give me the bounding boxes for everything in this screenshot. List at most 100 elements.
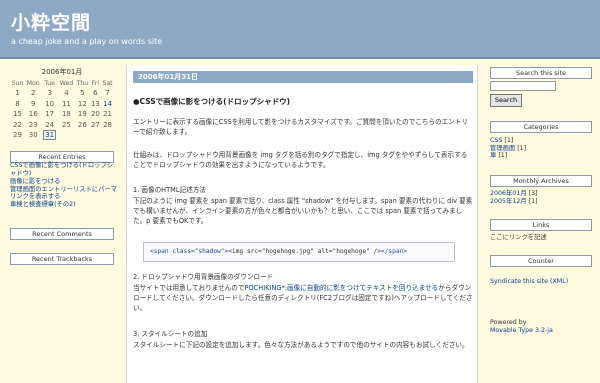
calendar-week: 1 2 3 4 567	[10, 88, 114, 99]
archives-list: 2006年01月 [3] 2005年12月 [1]	[490, 190, 594, 205]
date-header: 2006年01月31日	[133, 71, 473, 83]
step1-body: 下記のように img 要素を span 要素で括り、class 属性 "shad…	[133, 197, 473, 225]
calendar-day	[90, 130, 101, 141]
links-text: ここにリンクを記述	[490, 234, 547, 241]
calendar-weekday: Mon	[26, 80, 40, 87]
calendar-day-number: 2	[30, 89, 36, 98]
calendar-day-number: 5	[80, 89, 85, 98]
calendar-day-number: 30	[28, 131, 38, 140]
site-title[interactable]: 小粋空間	[11, 8, 91, 35]
calendar-day: 26	[75, 120, 90, 131]
calendar-day-number: 21	[103, 110, 112, 119]
search-input[interactable]	[490, 81, 556, 91]
calendar-week: 22 23 24 25 26 27 28	[10, 120, 114, 131]
calendar-weekday: Tue	[44, 80, 55, 87]
recent-comments-heading: Recent Comments	[10, 228, 114, 240]
calendar-day: 6	[90, 88, 101, 99]
recent-entry-link[interactable]: 車検と検査標章(その2)	[10, 201, 118, 209]
pochiking-link[interactable]: POCHIKING*:画像に自動的に影をつけてテキストを回り込ませる	[245, 284, 439, 292]
calendar: 2006年01月 Sun Mon Tue Wed Thu Fri Sat 123456789…	[10, 67, 114, 141]
code-close-tag: </span>	[380, 248, 408, 255]
calendar-day-number: 13	[90, 99, 100, 108]
calendar-day-number: 8	[15, 99, 20, 108]
links-heading: Links	[490, 219, 592, 231]
calendar-day: 28	[101, 120, 114, 131]
calendar-day-number: 24	[45, 120, 55, 129]
step2-heading: 2. ドロップシャドウ用背景画像のダウンロード	[133, 273, 274, 281]
calendar-table: Sun Mon Tue Wed Thu Fri Sat 1 2 3 4 5 6 7 8 9 10 11 12 13 1…	[10, 79, 114, 141]
main-content: 2006年01月31日 ●CSSで画像に影をつける(ドロップシャドウ) エントリ…	[126, 65, 478, 383]
calendar-day-number: 23	[28, 120, 38, 129]
category-count: [1]	[517, 144, 527, 152]
calendar-day-number[interactable]: 14	[103, 100, 112, 108]
calendar-day: 29	[10, 130, 25, 141]
calendar-day-number: 6	[93, 89, 98, 98]
calendar-day: 13	[90, 99, 101, 110]
calendar-day-number[interactable]: 31	[43, 130, 57, 141]
powered-by-label: Powered by	[490, 319, 527, 326]
calendar-day-number: 7	[105, 89, 110, 98]
search-button[interactable]: Search	[490, 94, 522, 107]
calendar-day	[75, 130, 90, 141]
calendar-day: 3	[41, 88, 57, 99]
archive-count: [1]	[528, 197, 538, 205]
archive-item: 2005年12月 [1]	[490, 198, 594, 206]
calendar-day	[101, 130, 114, 141]
counter-heading: Counter	[490, 255, 592, 267]
recent-entry-link[interactable]: CSSで画像に影をつける(ドロップシャドウ)	[10, 162, 118, 177]
calendar-day: 24	[41, 120, 57, 131]
post-title[interactable]: ●CSSで画像に影をつける(ドロップシャドウ)	[133, 96, 290, 107]
calendar-day: 8	[10, 99, 25, 110]
calendar-day: 7	[101, 88, 114, 99]
calendar-day-number: 25	[61, 120, 71, 129]
calendar-day: 11	[58, 99, 75, 110]
code-img-tag: <img src="hogehoge.jpg" alt="hogehoge" /…	[228, 248, 381, 255]
calendar-day-number: 11	[61, 99, 71, 108]
category-item: CSS [1]	[490, 137, 594, 145]
calendar-day: 12	[75, 99, 90, 110]
site-subtitle: a cheap joke and a play on words site	[11, 37, 163, 46]
category-link[interactable]: CSS	[490, 137, 502, 144]
calendar-day: 18	[58, 109, 75, 120]
archive-count: [3]	[528, 190, 538, 197]
code-sample: <span class="shadow"><img src="hogehoge.…	[143, 242, 455, 262]
calendar-day-number: 22	[13, 120, 22, 129]
calendar-day: 30	[25, 130, 42, 141]
calendar-day[interactable]: 14	[101, 99, 114, 110]
calendar-weekday: Thu	[76, 80, 89, 87]
categories-list: CSS [1] 管理画面 [1] 車 [1]	[490, 137, 594, 160]
movable-type-link[interactable]: Movable Type 3.2-ja	[490, 327, 594, 335]
calendar-week: 8 9 10 11 12 13 14	[10, 99, 114, 110]
recent-entry-link[interactable]: 画像に影をつける	[10, 178, 118, 186]
calendar-day: 25	[58, 120, 75, 131]
step3-body: スタイルシートに下記の設定を追加します。色々な方法があるようですので他のサイトの…	[133, 341, 469, 349]
syndicate-link[interactable]: Syndicate this site (XML)	[490, 278, 594, 286]
calendar-day: 2	[25, 88, 42, 99]
archive-link[interactable]: 2005年12月	[490, 198, 527, 205]
calendar-day: 22	[10, 120, 25, 131]
category-link[interactable]: 車	[490, 152, 496, 159]
category-count: [1]	[498, 152, 508, 160]
calendar-day: 20	[90, 109, 101, 120]
category-count: [1]	[504, 137, 514, 144]
calendar-day: 9	[25, 99, 42, 110]
calendar-day-number: 26	[77, 120, 87, 129]
calendar-day: 16	[25, 109, 42, 120]
calendar-day: 19	[75, 109, 90, 120]
step2-body: 当サイトでは用意しておりませんのでPOCHIKING*:画像に自動的に影をつけて…	[133, 283, 473, 313]
calendar-weekday: Sat	[102, 80, 113, 87]
calendar-day-number: 18	[61, 110, 71, 119]
calendar-day-number: 1	[15, 89, 20, 98]
post-mechanism: 仕組みは、ドロップシャドウ用背景画像を img タグを括る別のタグで指定し、im…	[133, 151, 468, 169]
category-link[interactable]: 管理画面	[490, 145, 515, 152]
recent-entries-list: CSSで画像に影をつける(ドロップシャドウ) 画像に影をつける 管理画面のエント…	[10, 162, 118, 210]
archive-link[interactable]: 2006年01月	[490, 190, 527, 197]
calendar-day-number: 19	[77, 110, 87, 119]
calendar-day-number: 29	[13, 131, 22, 140]
calendar-day-number: 12	[77, 99, 87, 108]
calendar-day[interactable]: 31	[41, 130, 57, 141]
calendar-day-number: 15	[13, 110, 22, 119]
recent-entry-link[interactable]: 管理画面のエントリーリストにパーマリンクを表示する	[10, 186, 118, 201]
code-open-tag: <span class="shadow">	[150, 248, 229, 255]
step1-heading: 1. 画像のHTML記述方法	[133, 186, 206, 194]
